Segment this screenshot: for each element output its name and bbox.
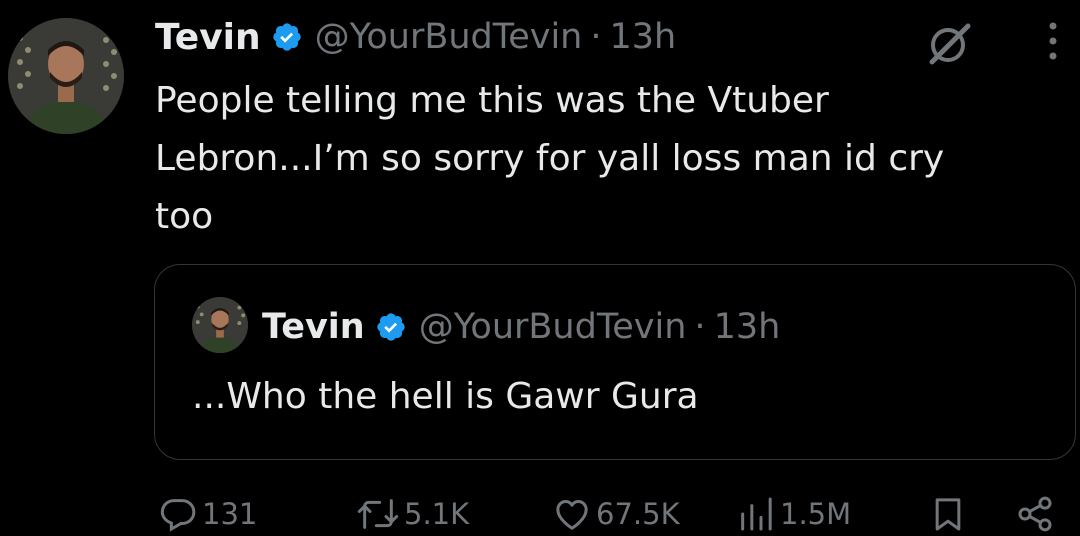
- tweet-text: People telling me this was the Vtuber Le…: [155, 80, 945, 237]
- bookmark-icon: [935, 498, 961, 531]
- views-icon: [741, 497, 772, 531]
- repost-count: 5.1K: [404, 497, 470, 531]
- like-count: 67.5K: [596, 497, 680, 531]
- view-count: 1.5M: [780, 497, 852, 531]
- repost-icon: [357, 499, 399, 529]
- tweet-header: Tevin @YourBudTevin · 13h: [155, 12, 676, 62]
- author-name[interactable]: Tevin: [155, 17, 261, 58]
- reply-count: 131: [202, 497, 258, 531]
- grok-icon[interactable]: [924, 18, 974, 68]
- quoted-author-name: Tevin: [262, 307, 365, 347]
- quoted-timestamp: 13h: [713, 307, 781, 347]
- quoted-tweet-text: ...Who the hell is Gawr Gura: [192, 376, 699, 417]
- reply-button[interactable]: 131: [158, 492, 257, 536]
- quoted-tweet-header: Tevin @YourBudTevin · 13h: [262, 304, 780, 350]
- more-icon[interactable]: [1040, 16, 1066, 66]
- author-avatar[interactable]: [8, 18, 124, 134]
- quoted-tweet-card[interactable]: [154, 264, 1076, 460]
- quoted-separator-dot: ·: [694, 307, 706, 347]
- share-icon: [1018, 496, 1052, 532]
- quoted-avatar-image: [192, 297, 248, 353]
- repost-button[interactable]: 5.1K: [356, 492, 469, 536]
- avatar-image: [8, 18, 124, 134]
- reply-icon: [160, 499, 196, 532]
- author-handle[interactable]: @YourBudTevin: [315, 17, 583, 57]
- quoted-author-avatar: [192, 297, 248, 353]
- like-icon: [556, 500, 588, 530]
- quoted-author-handle: @YourBudTevin: [418, 307, 687, 347]
- bookmark-button[interactable]: [928, 492, 968, 536]
- action-bar: 131 5.1K 67.5K 1.5M: [0, 492, 1080, 536]
- verified-badge-icon: [271, 21, 303, 53]
- verified-badge-icon: [375, 311, 407, 343]
- separator-dot: ·: [590, 17, 602, 57]
- views-button[interactable]: 1.5M: [736, 492, 851, 536]
- like-button[interactable]: 67.5K: [552, 492, 680, 536]
- share-button[interactable]: [1014, 492, 1056, 536]
- tweet-timestamp[interactable]: 13h: [610, 17, 677, 57]
